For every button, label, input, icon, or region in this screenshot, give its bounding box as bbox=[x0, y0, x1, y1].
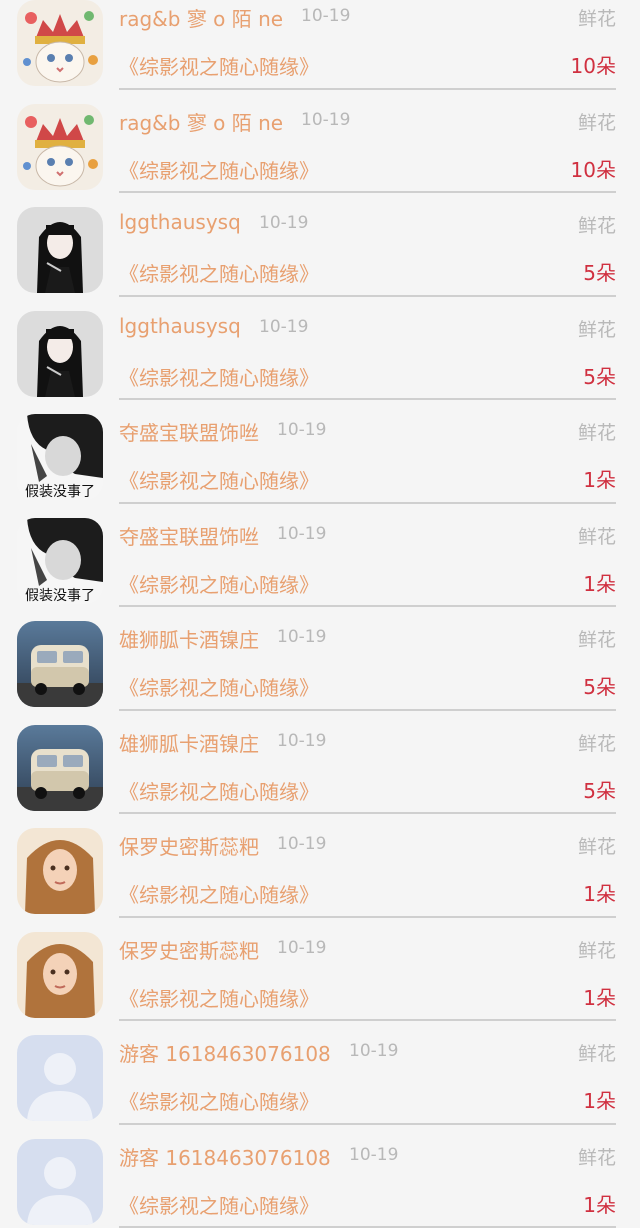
gift-date: 10-19 bbox=[259, 317, 308, 337]
user-name[interactable]: rag&b 寥 o 陌 ne bbox=[119, 107, 283, 136]
book-title-link[interactable]: 《综影视之随心随缘》 bbox=[119, 1086, 319, 1115]
user-name[interactable]: 雄狮胍卡酒镍庄 bbox=[119, 624, 259, 653]
book-title-link[interactable]: 《综影视之随心随缘》 bbox=[119, 465, 319, 494]
gift-date: 10-19 bbox=[301, 110, 350, 130]
user-name[interactable]: lggthausysq bbox=[119, 314, 241, 338]
gift-type-label: 鲜花 bbox=[578, 1143, 616, 1170]
book-title-link[interactable]: 《综影视之随心随缘》 bbox=[119, 258, 319, 287]
svg-text:假装没事了: 假装没事了 bbox=[25, 588, 95, 604]
flower-count: 10朵 bbox=[571, 50, 616, 79]
gift-type-label: 鲜花 bbox=[578, 108, 616, 135]
user-avatar[interactable]: 假装没事了 bbox=[17, 518, 103, 604]
flower-count: 10朵 bbox=[571, 154, 616, 183]
user-avatar[interactable] bbox=[17, 1139, 103, 1225]
flower-count: 1朵 bbox=[583, 1189, 616, 1218]
book-title-link[interactable]: 《综影视之随心随缘》 bbox=[119, 983, 319, 1012]
gift-type-label: 鲜花 bbox=[578, 1039, 616, 1066]
gift-date: 10-19 bbox=[277, 524, 326, 544]
user-name[interactable]: lggthausysq bbox=[119, 210, 241, 234]
gift-record-row[interactable]: rag&b 寥 o 陌 ne 10-19 鲜花《综影视之随心随缘》 10朵 bbox=[0, 0, 640, 90]
book-title-link[interactable]: 《综影视之随心随缘》 bbox=[119, 879, 319, 908]
book-title-link[interactable]: 《综影视之随心随缘》 bbox=[119, 155, 319, 184]
gift-record-row[interactable]: 假装没事了 夺盛宝联盟饰咝 10-19 鲜花《综影视之随心随缘》 1朵 bbox=[0, 504, 640, 608]
gift-type-label: 鲜花 bbox=[578, 936, 616, 963]
user-name[interactable]: 雄狮胍卡酒镍庄 bbox=[119, 728, 259, 757]
user-avatar[interactable] bbox=[17, 104, 103, 190]
flower-count: 5朵 bbox=[583, 671, 616, 700]
flower-count: 5朵 bbox=[583, 775, 616, 804]
flower-count: 5朵 bbox=[583, 257, 616, 286]
book-title-link[interactable]: 《综影视之随心随缘》 bbox=[119, 776, 319, 805]
user-avatar[interactable] bbox=[17, 828, 103, 914]
gift-record-row[interactable]: lggthausysq 10-19 鲜花《综影视之随心随缘》 5朵 bbox=[0, 297, 640, 401]
user-name[interactable]: 保罗史密斯蕊粑 bbox=[119, 935, 259, 964]
gift-type-label: 鲜花 bbox=[578, 315, 616, 342]
gift-type-label: 鲜花 bbox=[578, 418, 616, 445]
user-avatar[interactable] bbox=[17, 621, 103, 707]
gift-date: 10-19 bbox=[277, 834, 326, 854]
book-title-link[interactable]: 《综影视之随心随缘》 bbox=[119, 569, 319, 598]
gift-record-row[interactable]: lggthausysq 10-19 鲜花《综影视之随心随缘》 5朵 bbox=[0, 193, 640, 297]
gift-date: 10-19 bbox=[277, 938, 326, 958]
user-avatar[interactable]: 假装没事了 bbox=[17, 414, 103, 500]
user-avatar[interactable] bbox=[17, 932, 103, 1018]
gift-type-label: 鲜花 bbox=[578, 522, 616, 549]
gift-record-row[interactable]: 雄狮胍卡酒镍庄 10-19 鲜花《综影视之随心随缘》 5朵 bbox=[0, 711, 640, 815]
user-name[interactable]: 夺盛宝联盟饰咝 bbox=[119, 521, 259, 550]
gift-date: 10-19 bbox=[259, 213, 308, 233]
gift-record-row[interactable]: 游客 1618463076108 10-19 鲜花《综影视之随心随缘》 1朵 bbox=[0, 1021, 640, 1125]
flower-count: 1朵 bbox=[583, 878, 616, 907]
user-avatar[interactable] bbox=[17, 207, 103, 293]
flower-count: 1朵 bbox=[583, 568, 616, 597]
flower-count: 1朵 bbox=[583, 982, 616, 1011]
gift-record-row[interactable]: 假装没事了 夺盛宝联盟饰咝 10-19 鲜花《综影视之随心随缘》 1朵 bbox=[0, 400, 640, 504]
gift-record-row[interactable]: 雄狮胍卡酒镍庄 10-19 鲜花《综影视之随心随缘》 5朵 bbox=[0, 607, 640, 711]
gift-type-label: 鲜花 bbox=[578, 832, 616, 859]
book-title-link[interactable]: 《综影视之随心随缘》 bbox=[119, 362, 319, 391]
flower-count: 1朵 bbox=[583, 464, 616, 493]
svg-text:假装没事了: 假装没事了 bbox=[25, 484, 95, 500]
gift-type-label: 鲜花 bbox=[578, 4, 616, 31]
gift-date: 10-19 bbox=[349, 1041, 398, 1061]
gift-type-label: 鲜花 bbox=[578, 211, 616, 238]
gift-record-row[interactable]: 保罗史密斯蕊粑 10-19 鲜花《综影视之随心随缘》 1朵 bbox=[0, 814, 640, 918]
gift-date: 10-19 bbox=[277, 627, 326, 647]
gift-record-row[interactable]: rag&b 寥 o 陌 ne 10-19 鲜花《综影视之随心随缘》 10朵 bbox=[0, 90, 640, 194]
user-name[interactable]: 保罗史密斯蕊粑 bbox=[119, 831, 259, 860]
user-name[interactable]: rag&b 寥 o 陌 ne bbox=[119, 3, 283, 32]
gift-type-label: 鲜花 bbox=[578, 729, 616, 756]
flower-count: 5朵 bbox=[583, 361, 616, 390]
user-name[interactable]: 夺盛宝联盟饰咝 bbox=[119, 417, 259, 446]
book-title-link[interactable]: 《综影视之随心随缘》 bbox=[119, 672, 319, 701]
user-name[interactable]: 游客 1618463076108 bbox=[119, 1038, 331, 1067]
user-avatar[interactable] bbox=[17, 311, 103, 397]
gift-date: 10-19 bbox=[301, 6, 350, 26]
gift-record-list: rag&b 寥 o 陌 ne10-19鲜花《综影视之随心随缘》10朵rag&b … bbox=[0, 0, 640, 1228]
gift-date: 10-19 bbox=[277, 731, 326, 751]
book-title-link[interactable]: 《综影视之随心随缘》 bbox=[119, 51, 319, 80]
gift-date: 10-19 bbox=[277, 420, 326, 440]
book-title-link[interactable]: 《综影视之随心随缘》 bbox=[119, 1190, 319, 1219]
gift-type-label: 鲜花 bbox=[578, 625, 616, 652]
user-avatar[interactable] bbox=[17, 725, 103, 811]
gift-record-row[interactable]: 游客 1618463076108 10-19 鲜花《综影视之随心随缘》 1朵 bbox=[0, 1125, 640, 1228]
gift-record-row[interactable]: 保罗史密斯蕊粑 10-19 鲜花《综影视之随心随缘》 1朵 bbox=[0, 918, 640, 1022]
flower-count: 1朵 bbox=[583, 1085, 616, 1114]
user-avatar[interactable] bbox=[17, 0, 103, 86]
user-name[interactable]: 游客 1618463076108 bbox=[119, 1142, 331, 1171]
gift-date: 10-19 bbox=[349, 1145, 398, 1165]
user-avatar[interactable] bbox=[17, 1035, 103, 1121]
